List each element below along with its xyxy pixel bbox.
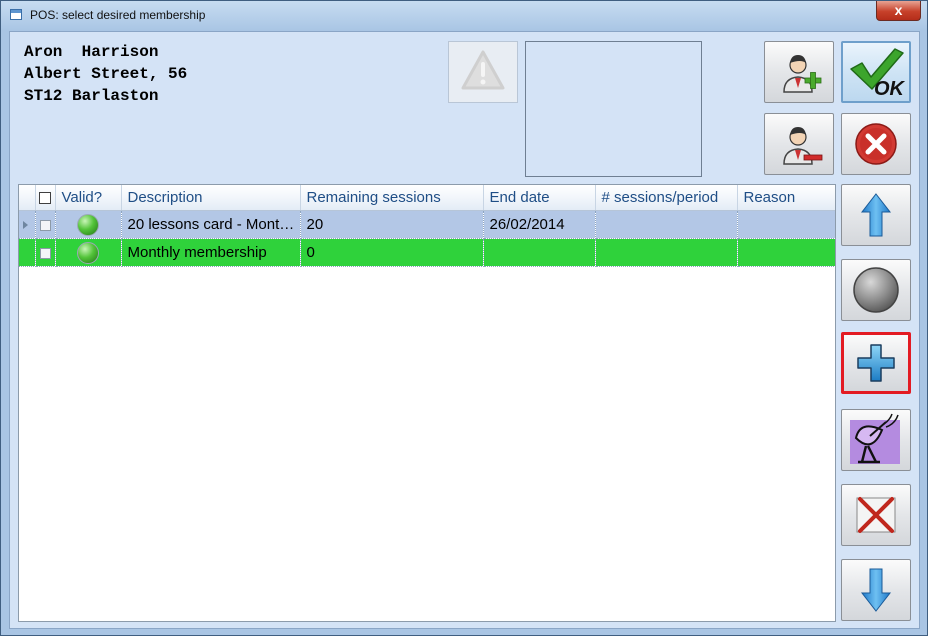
add-person-icon: [783, 55, 822, 93]
gray-circle-icon: [853, 267, 899, 313]
row-indicator: [19, 238, 36, 267]
plus-icon: [857, 344, 895, 382]
customer-city: ST12 Barlaston: [24, 87, 159, 105]
valid-status-icon: [77, 241, 99, 264]
window-close-button[interactable]: x: [876, 1, 921, 21]
move-down-button[interactable]: [841, 559, 911, 621]
column-header-sessions-period[interactable]: # sessions/period: [595, 185, 738, 211]
valid-cell: [55, 238, 122, 267]
reason-cell: [737, 238, 835, 267]
membership-dialog: POS: select desired membership x Aron Ha…: [0, 0, 928, 636]
customer-photo: [525, 41, 702, 177]
sessions-period-cell: [595, 210, 738, 239]
column-header-remaining-sessions[interactable]: Remaining sessions: [300, 185, 484, 211]
row-checkbox[interactable]: [35, 210, 56, 239]
warning-icon: [461, 50, 505, 90]
end-date-cell: 26/02/2014: [483, 210, 596, 239]
window-title: POS: select desired membership: [30, 8, 206, 22]
move-up-button[interactable]: [841, 184, 911, 246]
valid-cell: [55, 210, 122, 239]
arrow-down-icon: [860, 568, 892, 612]
checkbox-icon: [39, 247, 51, 259]
ok-button[interactable]: OK: [841, 41, 911, 103]
cancel-button[interactable]: [841, 113, 911, 175]
remaining-sessions-cell: 0: [300, 238, 484, 267]
checkmark-icon: OK: [850, 48, 906, 100]
customer-name: Aron Harrison: [24, 43, 159, 61]
select-all-checkbox[interactable]: [35, 185, 56, 211]
table-header: Valid? Description Remaining sessions En…: [19, 185, 835, 211]
dialog-content: Aron Harrison Albert Street, 56 ST12 Barla…: [9, 31, 920, 629]
checkbox-icon: [39, 219, 51, 231]
column-header-end-date[interactable]: End date: [483, 185, 596, 211]
table-row[interactable]: 20 lessons card - Monthly membership 20 …: [19, 210, 835, 239]
remove-person-button[interactable]: [764, 113, 834, 175]
satellite-button[interactable]: [841, 409, 911, 471]
neutral-status-button[interactable]: [841, 259, 911, 321]
delete-membership-button[interactable]: [841, 484, 911, 546]
window-icon: [10, 9, 22, 20]
column-header-reason[interactable]: Reason: [737, 185, 835, 211]
ok-label: OK: [874, 78, 906, 100]
column-header-description[interactable]: Description: [121, 185, 301, 211]
title-bar: POS: select desired membership x: [1, 1, 927, 31]
end-date-cell: [483, 238, 596, 267]
description-cell: 20 lessons card - Monthly membership: [121, 210, 301, 239]
arrow-up-icon: [860, 193, 892, 237]
remove-person-icon: [783, 127, 823, 165]
row-checkbox[interactable]: [35, 238, 56, 267]
column-header-valid[interactable]: Valid?: [55, 185, 122, 211]
add-person-button[interactable]: [764, 41, 834, 103]
cancel-icon: [855, 123, 897, 165]
membership-table[interactable]: Valid? Description Remaining sessions En…: [18, 184, 836, 622]
customer-info: Aron Harrison Albert Street, 56 ST12 Barla…: [24, 41, 187, 107]
warning-button[interactable]: [448, 41, 518, 103]
reason-cell: [737, 210, 835, 239]
add-membership-button[interactable]: [841, 332, 911, 394]
delete-x-icon: [856, 497, 896, 533]
table-row[interactable]: Monthly membership 0: [19, 238, 835, 267]
remaining-sessions-cell: 20: [300, 210, 484, 239]
valid-status-icon: [77, 213, 99, 236]
satellite-dish-icon: [850, 413, 900, 464]
sessions-period-cell: [595, 238, 738, 267]
description-cell: Monthly membership: [121, 238, 301, 267]
row-header-corner: [19, 185, 36, 211]
current-row-arrow-icon: [23, 221, 28, 229]
row-indicator: [19, 210, 36, 239]
checkbox-icon: [39, 192, 51, 205]
customer-street: Albert Street, 56: [24, 65, 188, 83]
